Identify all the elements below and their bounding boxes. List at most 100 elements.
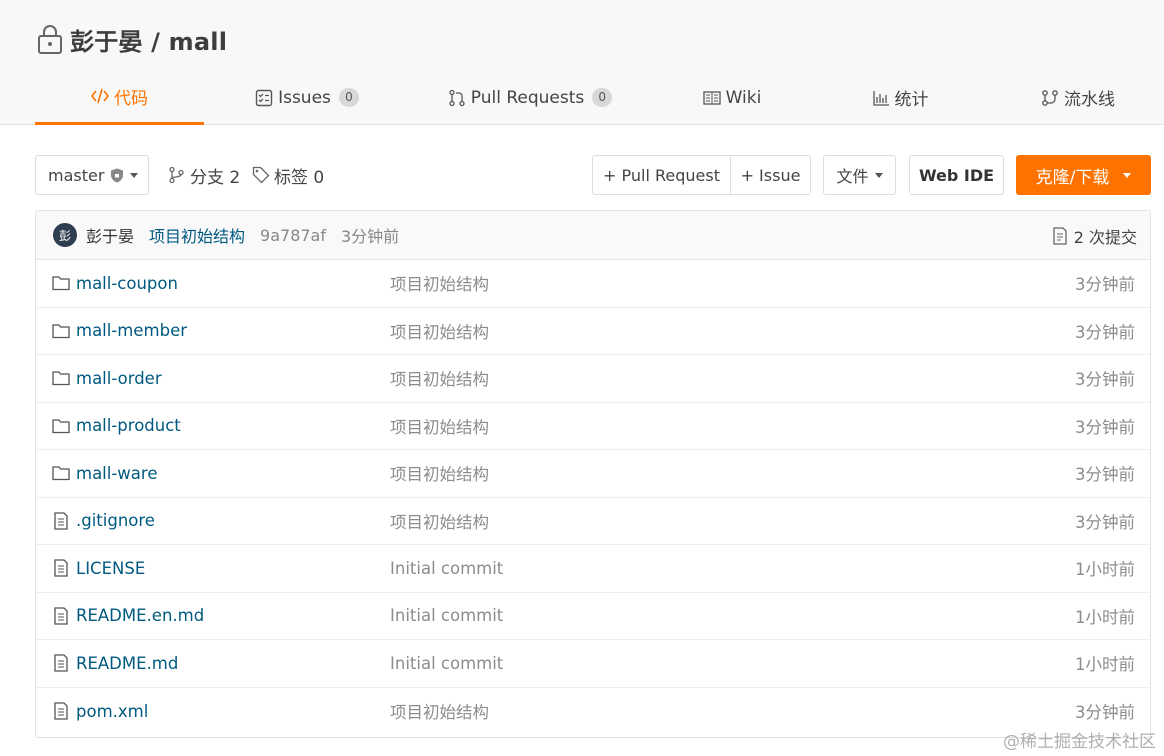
file-commit-time: 3分钟前 [1075,370,1135,390]
tab-label: Issues [278,87,331,108]
latest-commit-bar: 彭 彭于晏 项目初始结构 9a787af 3分钟前 2 次提交 [36,211,1150,260]
file-icon [52,559,70,577]
file-row[interactable]: LICENSE Initial commit 1小时前 [36,545,1150,593]
avatar[interactable]: 彭 [53,223,77,247]
issues-icon [255,89,273,107]
file-row[interactable]: README.md Initial commit 1小时前 [36,640,1150,688]
folder-icon [52,464,70,482]
new-pull-request-button[interactable]: + Pull Request [592,155,731,195]
tab-code[interactable]: 代码 [35,70,204,125]
file-name-link[interactable]: mall-coupon [76,274,178,293]
tab-label: 代码 [114,88,148,109]
file-icon [52,654,70,672]
tags-link[interactable]: 标签 0 [252,155,324,195]
file-commit-time: 3分钟前 [1075,275,1135,295]
clone-download-button[interactable]: 克隆/下载 [1016,155,1151,195]
tab-pull-requests[interactable]: Pull Requests 0 [430,70,630,125]
file-icon [52,512,70,530]
file-icon [52,702,70,720]
folder-icon [52,322,70,340]
file-browser: 彭 彭于晏 项目初始结构 9a787af 3分钟前 2 次提交 mall-cou… [35,210,1151,738]
tags-label: 标签 0 [274,167,325,188]
file-row[interactable]: mall-ware 项目初始结构 3分钟前 [36,450,1150,498]
commit-time: 3分钟前 [341,227,400,246]
file-list: mall-coupon 项目初始结构 3分钟前 mall-member 项目初始结构 3分… [36,260,1150,735]
file-commit-time: 3分钟前 [1075,512,1135,532]
web-ide-button[interactable]: Web IDE [909,155,1004,195]
file-commit-message[interactable]: 项目初始结构 [390,414,489,438]
file-commit-message[interactable]: 项目初始结构 [390,319,489,343]
file-row[interactable]: pom.xml 项目初始结构 3分钟前 [36,688,1150,736]
protected-branch-icon [110,168,124,183]
stats-icon [872,89,890,107]
tab-issues[interactable]: Issues 0 [222,70,392,125]
branches-label: 分支 2 [190,167,241,188]
code-icon [91,87,109,105]
files-dropdown-button[interactable]: 文件 [823,155,896,195]
file-name-link[interactable]: README.md [76,654,178,673]
tag-icon [252,166,270,184]
branch-select[interactable]: master [35,155,149,195]
tab-stats[interactable]: 统计 [838,70,962,125]
file-commit-message[interactable]: 项目初始结构 [390,271,489,295]
tab-wiki[interactable]: Wiki [670,70,794,125]
file-commit-time: 3分钟前 [1075,417,1135,437]
file-commit-message[interactable]: 项目初始结构 [390,699,489,723]
file-row[interactable]: mall-product 项目初始结构 3分钟前 [36,403,1150,450]
file-commit-time: 3分钟前 [1075,703,1135,723]
clone-button-label: 克隆/下载 [1035,167,1110,188]
file-commit-message[interactable]: 项目初始结构 [390,366,489,390]
file-name-link[interactable]: LICENSE [76,559,145,578]
commit-count-link[interactable]: 2 次提交 [1052,211,1137,260]
wiki-icon [702,89,721,107]
tab-label: Wiki [725,87,762,108]
file-row[interactable]: README.en.md Initial commit 1小时前 [36,593,1150,640]
pull-request-icon [448,89,466,107]
file-name-link[interactable]: .gitignore [76,511,155,530]
file-name-link[interactable]: mall-product [76,416,181,435]
file-row[interactable]: mall-coupon 项目初始结构 3分钟前 [36,260,1150,308]
pipeline-icon [1041,89,1059,107]
files-button-label: 文件 [836,167,869,186]
file-name-link[interactable]: mall-order [76,369,162,388]
tab-pipeline[interactable]: 流水线 [1018,70,1138,125]
folder-icon [52,369,70,387]
file-commit-message[interactable]: Initial commit [390,606,503,625]
commit-count-label: 2 次提交 [1073,227,1137,247]
folder-icon [52,417,70,435]
chevron-down-icon [874,172,883,178]
lock-icon [36,23,64,55]
commit-sha[interactable]: 9a787af [260,226,326,245]
file-name-link[interactable]: pom.xml [76,702,148,721]
file-row[interactable]: mall-member 项目初始结构 3分钟前 [36,308,1150,355]
file-icon [52,607,70,625]
chevron-down-icon [1123,172,1132,178]
file-commit-time: 3分钟前 [1075,465,1135,485]
commit-author[interactable]: 彭于晏 [86,223,134,247]
chevron-down-icon [130,172,139,178]
file-commit-message[interactable]: Initial commit [390,559,503,578]
issues-count-badge: 0 [338,88,359,107]
file-commit-message[interactable]: Initial commit [390,654,503,673]
new-issue-button[interactable]: + Issue [731,155,811,195]
folder-icon [52,274,70,292]
file-row[interactable]: .gitignore 项目初始结构 3分钟前 [36,498,1150,545]
repo-title[interactable]: 彭于晏 / mall [70,22,227,57]
branch-icon [168,166,186,184]
file-name-link[interactable]: mall-member [76,321,187,340]
repo-toolbar: master 分支 2 标签 0 + Pull Request + Issue … [0,155,1164,195]
file-name-link[interactable]: README.en.md [76,606,204,625]
repo-tabs: 代码 Issues 0 Pull Requests 0 Wiki 统计 流水线 [0,70,1164,125]
file-row[interactable]: mall-order 项目初始结构 3分钟前 [36,355,1150,403]
commit-message[interactable]: 项目初始结构 [149,223,245,247]
file-commit-message[interactable]: 项目初始结构 [390,461,489,485]
file-commit-time: 1小时前 [1075,607,1135,627]
branches-link[interactable]: 分支 2 [168,155,240,195]
tab-label: Pull Requests [470,87,585,108]
branch-name: master [48,165,105,185]
tab-label: 统计 [894,90,929,110]
file-name-link[interactable]: mall-ware [76,464,158,483]
file-commit-message[interactable]: 项目初始结构 [390,509,489,533]
file-commit-time: 1小时前 [1075,560,1135,580]
pull-requests-count-badge: 0 [592,88,613,107]
